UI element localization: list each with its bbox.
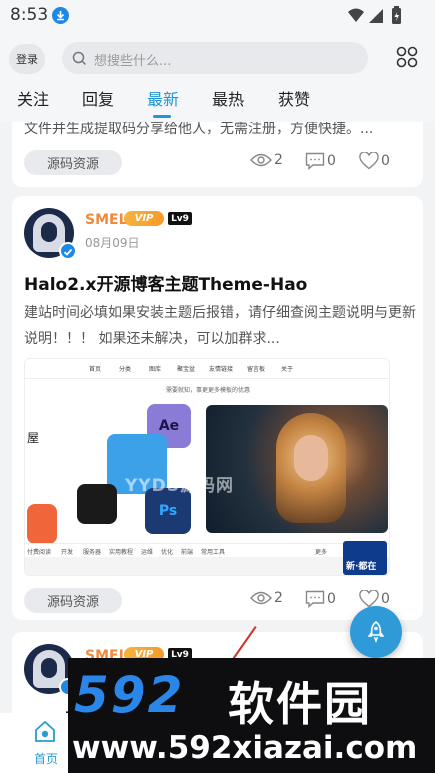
eye-icon [250, 153, 272, 167]
brand-url: www.592xiazai.com [72, 730, 418, 766]
views-value: 2 [274, 590, 283, 606]
system-status-icons [348, 6, 401, 24]
comments-count[interactable]: 0 [305, 152, 336, 170]
post-card[interactable]: 文件并生成提取码分享给他人，无需注册，方便快捷。... 源码资源 2 0 0 [12, 122, 423, 187]
likes-count[interactable]: 0 [359, 152, 390, 170]
post-excerpt: 建站时间必填如果安装主题后报错，请仔细查阅主题说明与更新说明！！！ 如果还未解决… [24, 305, 416, 347]
rocket-fab-button[interactable] [350, 606, 402, 658]
comments-value: 0 [327, 153, 336, 169]
author-name[interactable]: SMEL [85, 212, 128, 228]
heart-icon [359, 152, 379, 170]
eye-icon [250, 591, 272, 605]
tab-following[interactable]: 关注 [17, 86, 49, 110]
brand-text: 软件园 [228, 677, 372, 731]
status-bar: 8:53 [0, 0, 435, 32]
active-tab-indicator [153, 115, 171, 118]
avatar[interactable] [24, 644, 77, 696]
post-card[interactable]: SMEL VIP Lv9 08月09日 Halo2.x开源博客主题Theme-H… [12, 196, 423, 620]
search-input[interactable]: 想搜些什么... [62, 42, 368, 74]
download-icon [52, 7, 69, 24]
feed-tabs: 关注 回复 最新 最热 获赞 [0, 84, 435, 120]
post-excerpt: 文件并生成提取码分享给他人，无需注册，方便快捷。... [24, 122, 374, 137]
status-time: 8:53 [10, 5, 49, 25]
views-count: 2 [250, 590, 283, 606]
search-placeholder: 想搜些什么... [94, 54, 172, 69]
search-icon [72, 51, 87, 66]
rocket-icon [367, 621, 385, 643]
brand-number: 592 [74, 666, 185, 724]
bottom-nav: 首页 [0, 713, 68, 773]
verified-badge-icon [59, 242, 77, 260]
image-promo-box: 新·都在 [343, 541, 387, 575]
likes-value: 0 [381, 153, 390, 169]
level-badge: Lv9 [168, 212, 192, 225]
watermark-ad-overlay: 592 软件园 www.592xiazai.com [68, 658, 435, 773]
views-value: 2 [274, 152, 283, 168]
post-title[interactable]: Halo2.x开源博客主题Theme-Hao [24, 270, 307, 295]
apps-grid-icon[interactable] [396, 46, 418, 68]
image-watermark: YYDS源码网 [125, 476, 234, 496]
home-icon[interactable] [34, 720, 56, 744]
hero-photo [206, 405, 388, 533]
comment-icon [305, 590, 325, 608]
image-nav-bar: 首页 分类 图库 聚宝盆 友情链接 留言板 关于 [25, 359, 389, 379]
final-cut-tile-icon [77, 484, 117, 524]
category-tag[interactable]: 源码资源 [24, 150, 122, 175]
tab-liked[interactable]: 获赞 [278, 86, 310, 110]
app-header: 登录 想搜些什么... 关注 回复 最新 最热 获赞 [0, 32, 435, 122]
vip-badge: VIP [124, 211, 164, 226]
post-date: 08月09日 [85, 236, 140, 250]
likes-value: 0 [381, 591, 390, 607]
tab-replies[interactable]: 回复 [82, 86, 114, 110]
image-subtitle: 需要就知，事更更多模板的优惠 [165, 387, 250, 394]
comments-value: 0 [327, 591, 336, 607]
avatar[interactable] [24, 208, 77, 260]
comments-count[interactable]: 0 [305, 590, 336, 608]
swift-tile-icon [27, 504, 57, 544]
login-button[interactable]: 登录 [9, 44, 45, 74]
nav-home-label[interactable]: 首页 [34, 750, 58, 767]
views-count: 2 [250, 152, 283, 168]
tab-hottest[interactable]: 最热 [212, 86, 244, 110]
tab-latest[interactable]: 最新 [147, 86, 179, 110]
comment-icon [305, 152, 325, 170]
category-tag[interactable]: 源码资源 [24, 588, 122, 613]
post-image[interactable]: 首页 分类 图库 聚宝盆 友情链接 留言板 关于 需要就知，事更更多模板的优惠 … [24, 358, 390, 576]
image-category-bar: 付费阅读 开发 服务器 实用教程 运维 优化 前端 常用工具 更多 [25, 543, 389, 557]
